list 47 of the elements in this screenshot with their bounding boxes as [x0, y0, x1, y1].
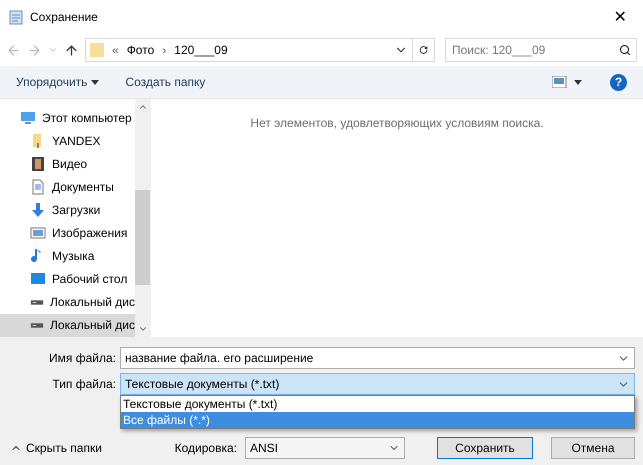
sidebar-item[interactable]: Рабочий стол	[0, 268, 135, 291]
dropdown-option[interactable]: Текстовые документы (*.txt)	[121, 396, 634, 412]
file-name-field[interactable]: название файла. его расширение	[120, 347, 635, 369]
sidebar-item[interactable]: Локальный дис	[0, 314, 135, 337]
new-folder-button[interactable]: Создать папку	[125, 75, 206, 89]
drive-icon	[30, 322, 44, 328]
breadcrumb-separator: ›	[162, 43, 166, 57]
help-button[interactable]: ?	[610, 74, 627, 90]
caret-icon	[91, 80, 100, 84]
close-button[interactable]: ✕	[605, 2, 635, 32]
sidebar-item[interactable]: Видео	[0, 152, 135, 176]
document-icon	[30, 178, 46, 195]
sidebar-item[interactable]: Документы	[0, 175, 135, 198]
down-arrow-icon	[30, 202, 46, 218]
breadcrumb[interactable]: Фото	[126, 43, 154, 57]
image-icon	[30, 225, 46, 242]
scrollbar[interactable]	[135, 99, 150, 337]
search-field[interactable]: Поиск: 120___09	[445, 38, 637, 62]
encoding-dropdown[interactable]: ANSI	[245, 437, 405, 459]
sidebar-item[interactable]: Музыка	[0, 244, 135, 268]
hide-folders-button[interactable]: Скрыть папки	[10, 441, 102, 455]
view-options-icon[interactable]	[552, 76, 584, 88]
field-label: Тип файла:	[51, 377, 116, 391]
notepad-icon	[8, 9, 24, 25]
overflow-chevron[interactable]: «	[112, 43, 119, 57]
search-icon	[619, 44, 631, 56]
sidebar-item[interactable]: Локальный дис	[0, 290, 135, 314]
sidebar-item[interactable]: Этот компьютер	[0, 106, 135, 130]
drive-icon	[30, 300, 44, 305]
sidebar-item[interactable]: Загрузки	[0, 198, 135, 222]
computer-icon	[20, 110, 36, 126]
organize-button[interactable]: Упорядочить	[16, 75, 100, 89]
save-button[interactable]: Сохранить	[437, 437, 533, 459]
sidebar-item[interactable]: Изображения	[0, 221, 135, 245]
folder-icon	[90, 42, 104, 58]
empty-message: Нет элементов, удовлетворяющих условиям поиска.	[250, 116, 544, 132]
breadcrumb[interactable]: 120___09	[174, 43, 228, 57]
window-title: Сохранение	[30, 10, 99, 24]
address-bar[interactable]: « Фото › 120___09	[85, 38, 435, 62]
up-button[interactable]	[64, 42, 79, 58]
sidebar-item[interactable]: YANDEX	[0, 129, 135, 152]
cancel-button[interactable]: Отмена	[551, 437, 635, 459]
film-icon	[30, 156, 46, 172]
field-label: Имя файла:	[48, 351, 116, 365]
refresh-icon	[419, 44, 428, 56]
file-type-dropdown[interactable]: Текстовые документы (*.txt)	[120, 373, 635, 395]
field-label: Кодировка:	[174, 441, 237, 455]
